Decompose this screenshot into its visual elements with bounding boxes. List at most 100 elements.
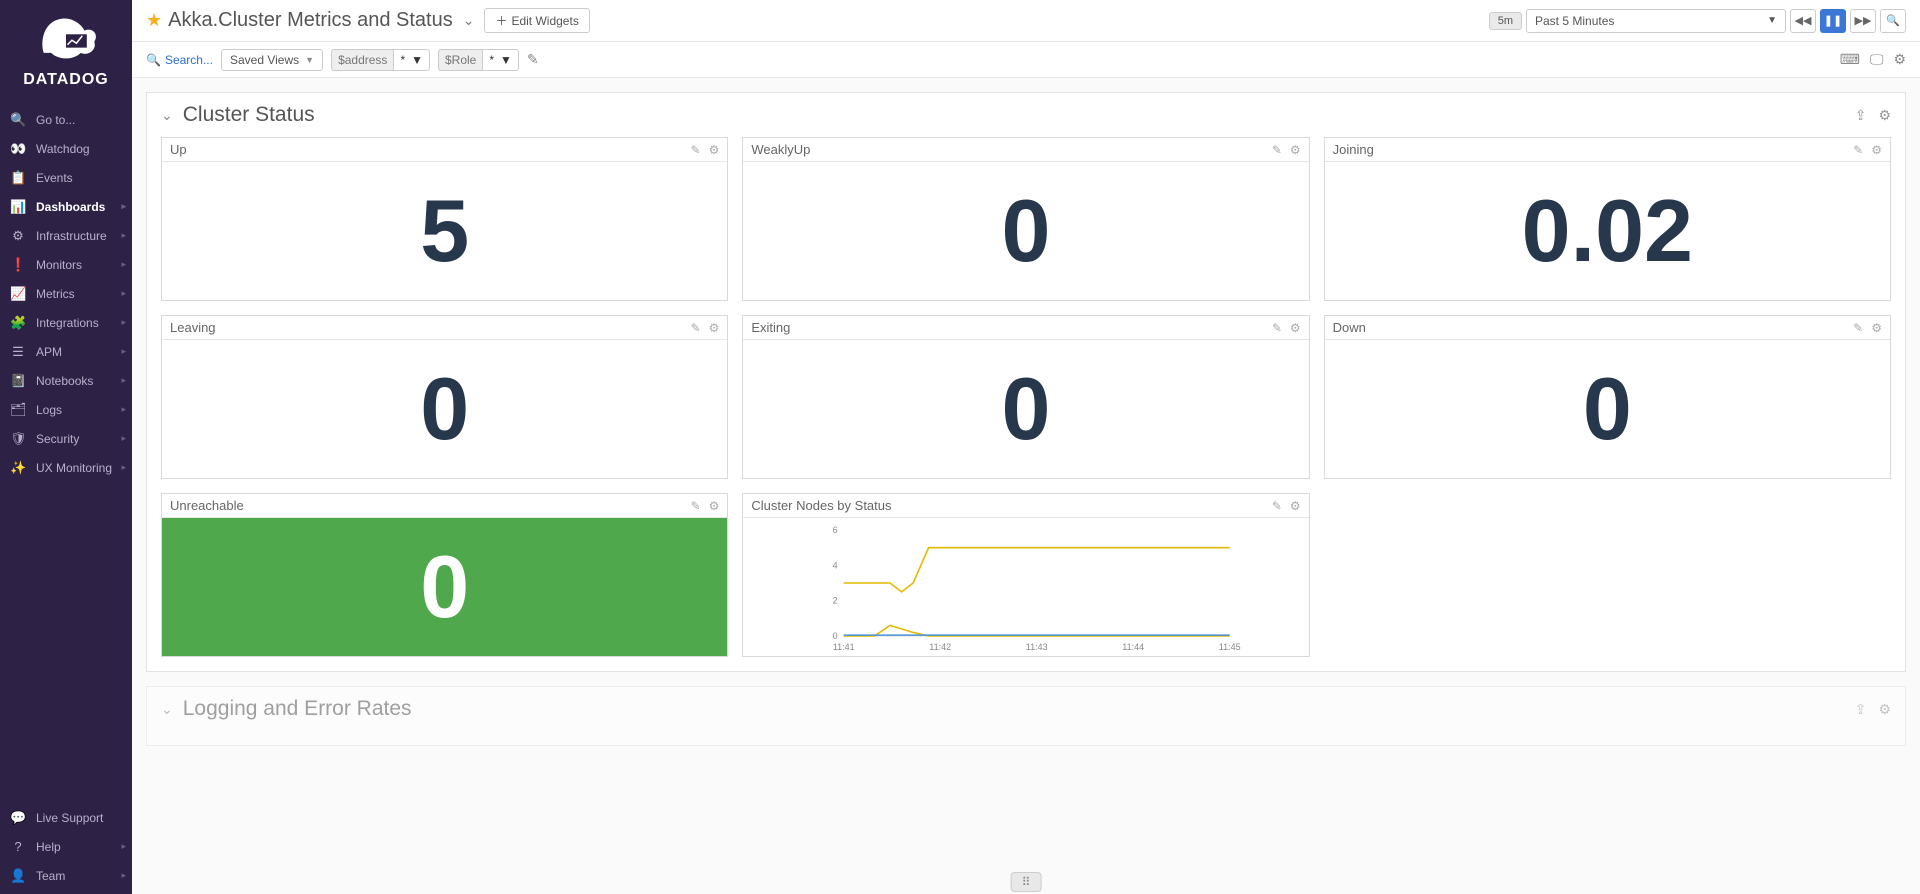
section-collapse-icon[interactable]: ⌄ [161, 701, 173, 718]
sidebar-item-live[interactable]: 💬 Live Support [0, 803, 132, 832]
sidebar-item-events[interactable]: 📋Events [0, 163, 132, 192]
title-dropdown-icon[interactable]: ⌄ [463, 12, 475, 29]
time-forward-button[interactable]: ▶▶ [1850, 9, 1876, 33]
events-icon: 📋 [10, 170, 26, 186]
edit-icon[interactable]: ✎ [691, 321, 701, 335]
svg-text:11:44: 11:44 [1123, 642, 1145, 652]
edit-widgets-button[interactable]: ＋ Edit Widgets [484, 8, 589, 33]
edit-icon[interactable]: ✎ [1272, 499, 1282, 513]
time-range-select[interactable]: Past 5 Minutes ▼ [1526, 9, 1786, 33]
svg-text:2: 2 [833, 596, 838, 606]
time-range-badge[interactable]: 5m [1489, 12, 1522, 30]
sidebar-item-goto[interactable]: 🔍Go to... [0, 105, 132, 134]
sidebar-item-label: Monitors [36, 258, 82, 272]
edit-icon[interactable]: ✎ [1853, 143, 1863, 157]
chevron-right-icon: ▸ [121, 375, 126, 386]
variable-Role[interactable]: $Role* ▼ [438, 49, 519, 71]
widget-title: Down [1333, 320, 1366, 335]
sidebar-item-metrics[interactable]: 📈Metrics▸ [0, 279, 132, 308]
sidebar-item-team[interactable]: 👤Team▸ [0, 861, 132, 890]
chevron-right-icon: ▸ [121, 404, 126, 415]
gear-icon[interactable]: ⚙ [1871, 143, 1882, 157]
gear-icon[interactable]: ⚙ [709, 143, 720, 157]
widget-leaving: Leaving✎⚙0 [161, 315, 728, 479]
goto-icon: 🔍 [10, 112, 26, 128]
team-icon: 👤 [10, 868, 26, 884]
widget-title: Joining [1333, 142, 1374, 157]
sidebar-item-logs[interactable]: 🗂Logs▸ [0, 395, 132, 424]
sidebar-item-security[interactable]: 🛡Security▸ [0, 424, 132, 453]
sidebar-item-help[interactable]: ?Help▸ [0, 832, 132, 861]
chart-body[interactable]: 024611:4111:4211:4311:4411:45 [743, 518, 1308, 656]
gear-icon[interactable]: ⚙ [1290, 499, 1301, 513]
svg-text:11:41: 11:41 [833, 642, 855, 652]
sidebar-item-label: APM [36, 345, 62, 359]
gear-icon[interactable]: ⚙ [1290, 321, 1301, 335]
edit-icon[interactable]: ✎ [1272, 321, 1282, 335]
gear-icon[interactable]: ⚙ [1878, 107, 1891, 124]
sidebar-item-label: Infrastructure [36, 229, 107, 243]
widget-title: WeaklyUp [751, 142, 810, 157]
search-link[interactable]: 🔍 Search... [146, 53, 213, 67]
widget-title: Unreachable [170, 498, 244, 513]
sidebar-item-monitors[interactable]: ❗Monitors▸ [0, 250, 132, 279]
edit-icon[interactable]: ✎ [1853, 321, 1863, 335]
gear-icon[interactable]: ⚙ [1878, 701, 1891, 718]
sidebar-item-notebooks[interactable]: 📓Notebooks▸ [0, 366, 132, 395]
ux-icon: ✨ [10, 460, 26, 476]
saved-views-dropdown[interactable]: Saved Views ▼ [221, 49, 323, 71]
gear-icon[interactable]: ⚙ [709, 499, 720, 513]
section-collapse-icon[interactable]: ⌄ [161, 107, 173, 124]
help-icon: ? [10, 839, 26, 854]
edit-icon[interactable]: ✎ [691, 143, 701, 157]
chevron-down-icon: ▼ [411, 53, 423, 67]
variable-value[interactable]: * ▼ [482, 49, 519, 71]
widget-value-body: 5 [162, 162, 727, 300]
dashboard-title[interactable]: Akka.Cluster Metrics and Status [168, 9, 453, 32]
sidebar-item-label: Integrations [36, 316, 99, 330]
favorite-star-icon[interactable]: ★ [146, 10, 162, 31]
gear-icon[interactable]: ⚙ [709, 321, 720, 335]
live-icon: 💬 [10, 810, 26, 826]
share-icon[interactable]: ⇪ [1855, 107, 1867, 124]
brand-logo[interactable]: DATADOG [0, 0, 132, 99]
sidebar-item-label: Dashboards [36, 200, 105, 214]
chevron-right-icon: ▸ [121, 841, 126, 852]
chevron-right-icon: ▸ [121, 230, 126, 241]
sidebar-item-ux[interactable]: ✨UX Monitoring▸ [0, 453, 132, 482]
sidebar-item-watchdog[interactable]: 👀Watchdog [0, 134, 132, 163]
svg-text:11:43: 11:43 [1026, 642, 1048, 652]
tv-mode-icon[interactable]: ⌨ [1840, 51, 1860, 68]
sidebar-item-label: Live Support [36, 811, 103, 825]
sidebar-item-label: Team [36, 869, 65, 883]
widget-exiting: Exiting✎⚙0 [742, 315, 1309, 479]
sidebar-item-apm[interactable]: ☰APM▸ [0, 337, 132, 366]
edit-icon[interactable]: ✎ [1272, 143, 1282, 157]
share-icon[interactable]: ⇪ [1855, 701, 1867, 718]
gear-icon[interactable]: ⚙ [1871, 321, 1882, 335]
edit-variables-button[interactable]: ✎ [527, 51, 539, 68]
sidebar-item-integrations[interactable]: 🧩Integrations▸ [0, 308, 132, 337]
chevron-down-icon: ▼ [305, 55, 314, 65]
widget-value-body: 0 [1325, 340, 1890, 478]
infrastructure-icon: ⚙ [10, 228, 26, 244]
search-button[interactable]: 🔍 [1880, 9, 1906, 33]
gear-icon[interactable]: ⚙ [1290, 143, 1301, 157]
time-pause-button[interactable]: ❚❚ [1820, 9, 1846, 33]
widget-value: 5 [420, 180, 469, 282]
time-back-button[interactable]: ◀◀ [1790, 9, 1816, 33]
sidebar-item-label: Logs [36, 403, 62, 417]
widget-value: 0 [420, 358, 469, 460]
drag-handle-icon[interactable]: ⠿ [1011, 872, 1042, 892]
sidebar-item-dashboards[interactable]: 📊Dashboards▸ [0, 192, 132, 221]
variable-address[interactable]: $address* ▼ [331, 49, 430, 71]
chevron-right-icon: ▸ [121, 317, 126, 328]
variable-name: $Role [438, 49, 482, 71]
sidebar-item-infrastructure[interactable]: ⚙ Infrastructure ▸ [0, 221, 132, 250]
fullscreen-icon[interactable]: 🖵 [1870, 51, 1884, 68]
variable-name: $address [331, 49, 393, 71]
metrics-icon: 📈 [10, 286, 26, 302]
variable-value[interactable]: * ▼ [393, 49, 430, 71]
settings-gear-icon[interactable]: ⚙ [1893, 51, 1906, 68]
edit-icon[interactable]: ✎ [691, 499, 701, 513]
